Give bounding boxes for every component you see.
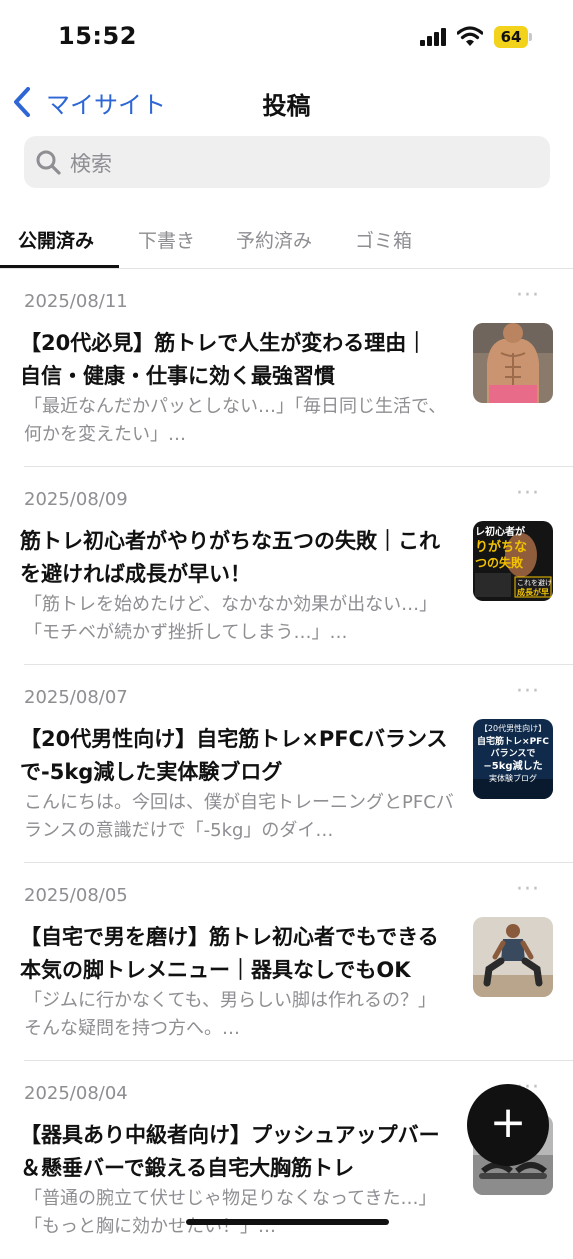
wifi-icon [456, 25, 484, 47]
post-list-item[interactable]: 2025/08/05 ··· 【自宅で男を磨け】筋トレ初心者でもできる本気の脚ト… [0, 863, 573, 1061]
home-indicator[interactable] [186, 1219, 389, 1225]
post-list-item[interactable]: 2025/08/11 ··· 【20代必見】筋トレで人生が変わる理由｜自信・健康… [0, 269, 573, 467]
thumb-text: −5kg減した [483, 759, 542, 772]
post-date: 2025/08/04 [24, 1083, 128, 1104]
post-excerpt: 「普通の腕立て伏せじゃ物足りなくなってきた…」「もっと胸に効かせたい！」… [24, 1188, 437, 1237]
post-list-item[interactable]: 2025/08/09 ··· 筋トレ初心者がやりがちな五つの失敗｜これを避ければ… [0, 467, 573, 665]
search-icon [36, 150, 61, 175]
post-list-item[interactable]: 2025/08/07 ··· 【20代男性向け】自宅筋トレ×PFCバランスで-5… [0, 665, 573, 863]
thumb-text: これを避け [517, 578, 552, 587]
thumb-text: バランスで [491, 748, 536, 759]
thumb-text: りがちな [475, 539, 527, 555]
thumb-text: 自宅筋トレ×PFC [477, 735, 549, 747]
search-placeholder: 検索 [70, 152, 112, 176]
tab-drafts[interactable]: 下書き [138, 226, 195, 253]
navigation-bar: マイサイト 投稿 [0, 80, 573, 124]
post-excerpt: こんにちは。今回は、僕が自宅トレーニングとPFCバランスの意識だけで「-5kg」… [24, 792, 454, 841]
post-thumbnail: レ初心者が りがちな つの失敗 これを避け 成長が早 [473, 521, 553, 601]
more-options-icon[interactable]: ··· [516, 877, 540, 902]
thumb-text: 実体験ブログ [489, 773, 537, 783]
battery-icon: 64 [494, 26, 532, 48]
status-bar: 15:52 64 [0, 0, 573, 76]
plus-icon: + [489, 1097, 527, 1148]
post-excerpt: 「ジムに行かなくても、男らしい脚は作れるの？」そんな疑問を持つ方へ。… [24, 990, 437, 1039]
post-excerpt: 「筋トレを始めたけど、なかなか効果が出ない…」「モチベが続かず挫折してしまう…」… [24, 594, 438, 643]
post-date: 2025/08/07 [24, 687, 128, 708]
post-thumbnail [473, 917, 553, 997]
tab-trash[interactable]: ゴミ箱 [355, 226, 412, 253]
page-title: 投稿 [262, 92, 311, 120]
post-date: 2025/08/05 [24, 885, 128, 906]
new-post-button[interactable]: + [467, 1084, 549, 1166]
active-tab-indicator [0, 265, 119, 268]
status-time: 15:52 [58, 22, 137, 50]
tab-published[interactable]: 公開済み [18, 226, 94, 253]
post-thumbnail [473, 323, 553, 403]
post-title: 【20代男性向け】自宅筋トレ×PFCバランスで-5kg減した実体験ブログ [20, 727, 448, 784]
post-date: 2025/08/09 [24, 489, 128, 510]
search-input[interactable]: 検索 [24, 136, 550, 188]
more-options-icon[interactable]: ··· [516, 283, 540, 308]
post-title: 【器具あり中級者向け】プッシュアップバー＆懸垂バーで鍛える自宅大胸筋トレ [20, 1123, 440, 1180]
post-title: 筋トレ初心者がやりがちな五つの失敗｜これを避ければ成長が早い！ [20, 529, 440, 586]
more-options-icon[interactable]: ··· [516, 481, 540, 506]
post-thumbnail: 【20代男性向け】 自宅筋トレ×PFC バランスで −5kg減した 実体験ブログ [473, 719, 553, 799]
thumb-text: つの失敗 [475, 555, 524, 570]
cellular-signal-icon [420, 28, 448, 46]
thumb-text: レ初心者が [475, 525, 526, 538]
tab-scheduled[interactable]: 予約済み [236, 226, 312, 253]
thumb-text: 【20代男性向け】 [480, 723, 546, 733]
post-title: 【20代必見】筋トレで人生が変わる理由｜自信・健康・仕事に効く最強習慣 [20, 331, 428, 388]
post-title: 【自宅で男を磨け】筋トレ初心者でもできる本気の脚トレメニュー｜器具なしでもOK [20, 925, 439, 982]
more-options-icon[interactable]: ··· [516, 679, 540, 704]
post-date: 2025/08/11 [24, 291, 128, 312]
status-tabs: 公開済み 下書き 予約済み ゴミ箱 [0, 214, 573, 269]
battery-level: 64 [500, 28, 522, 46]
post-excerpt: 「最近なんだかパッとしない…」「毎日同じ生活で、何かを変えたい」… [24, 396, 447, 445]
thumb-text: 成長が早 [517, 587, 549, 597]
